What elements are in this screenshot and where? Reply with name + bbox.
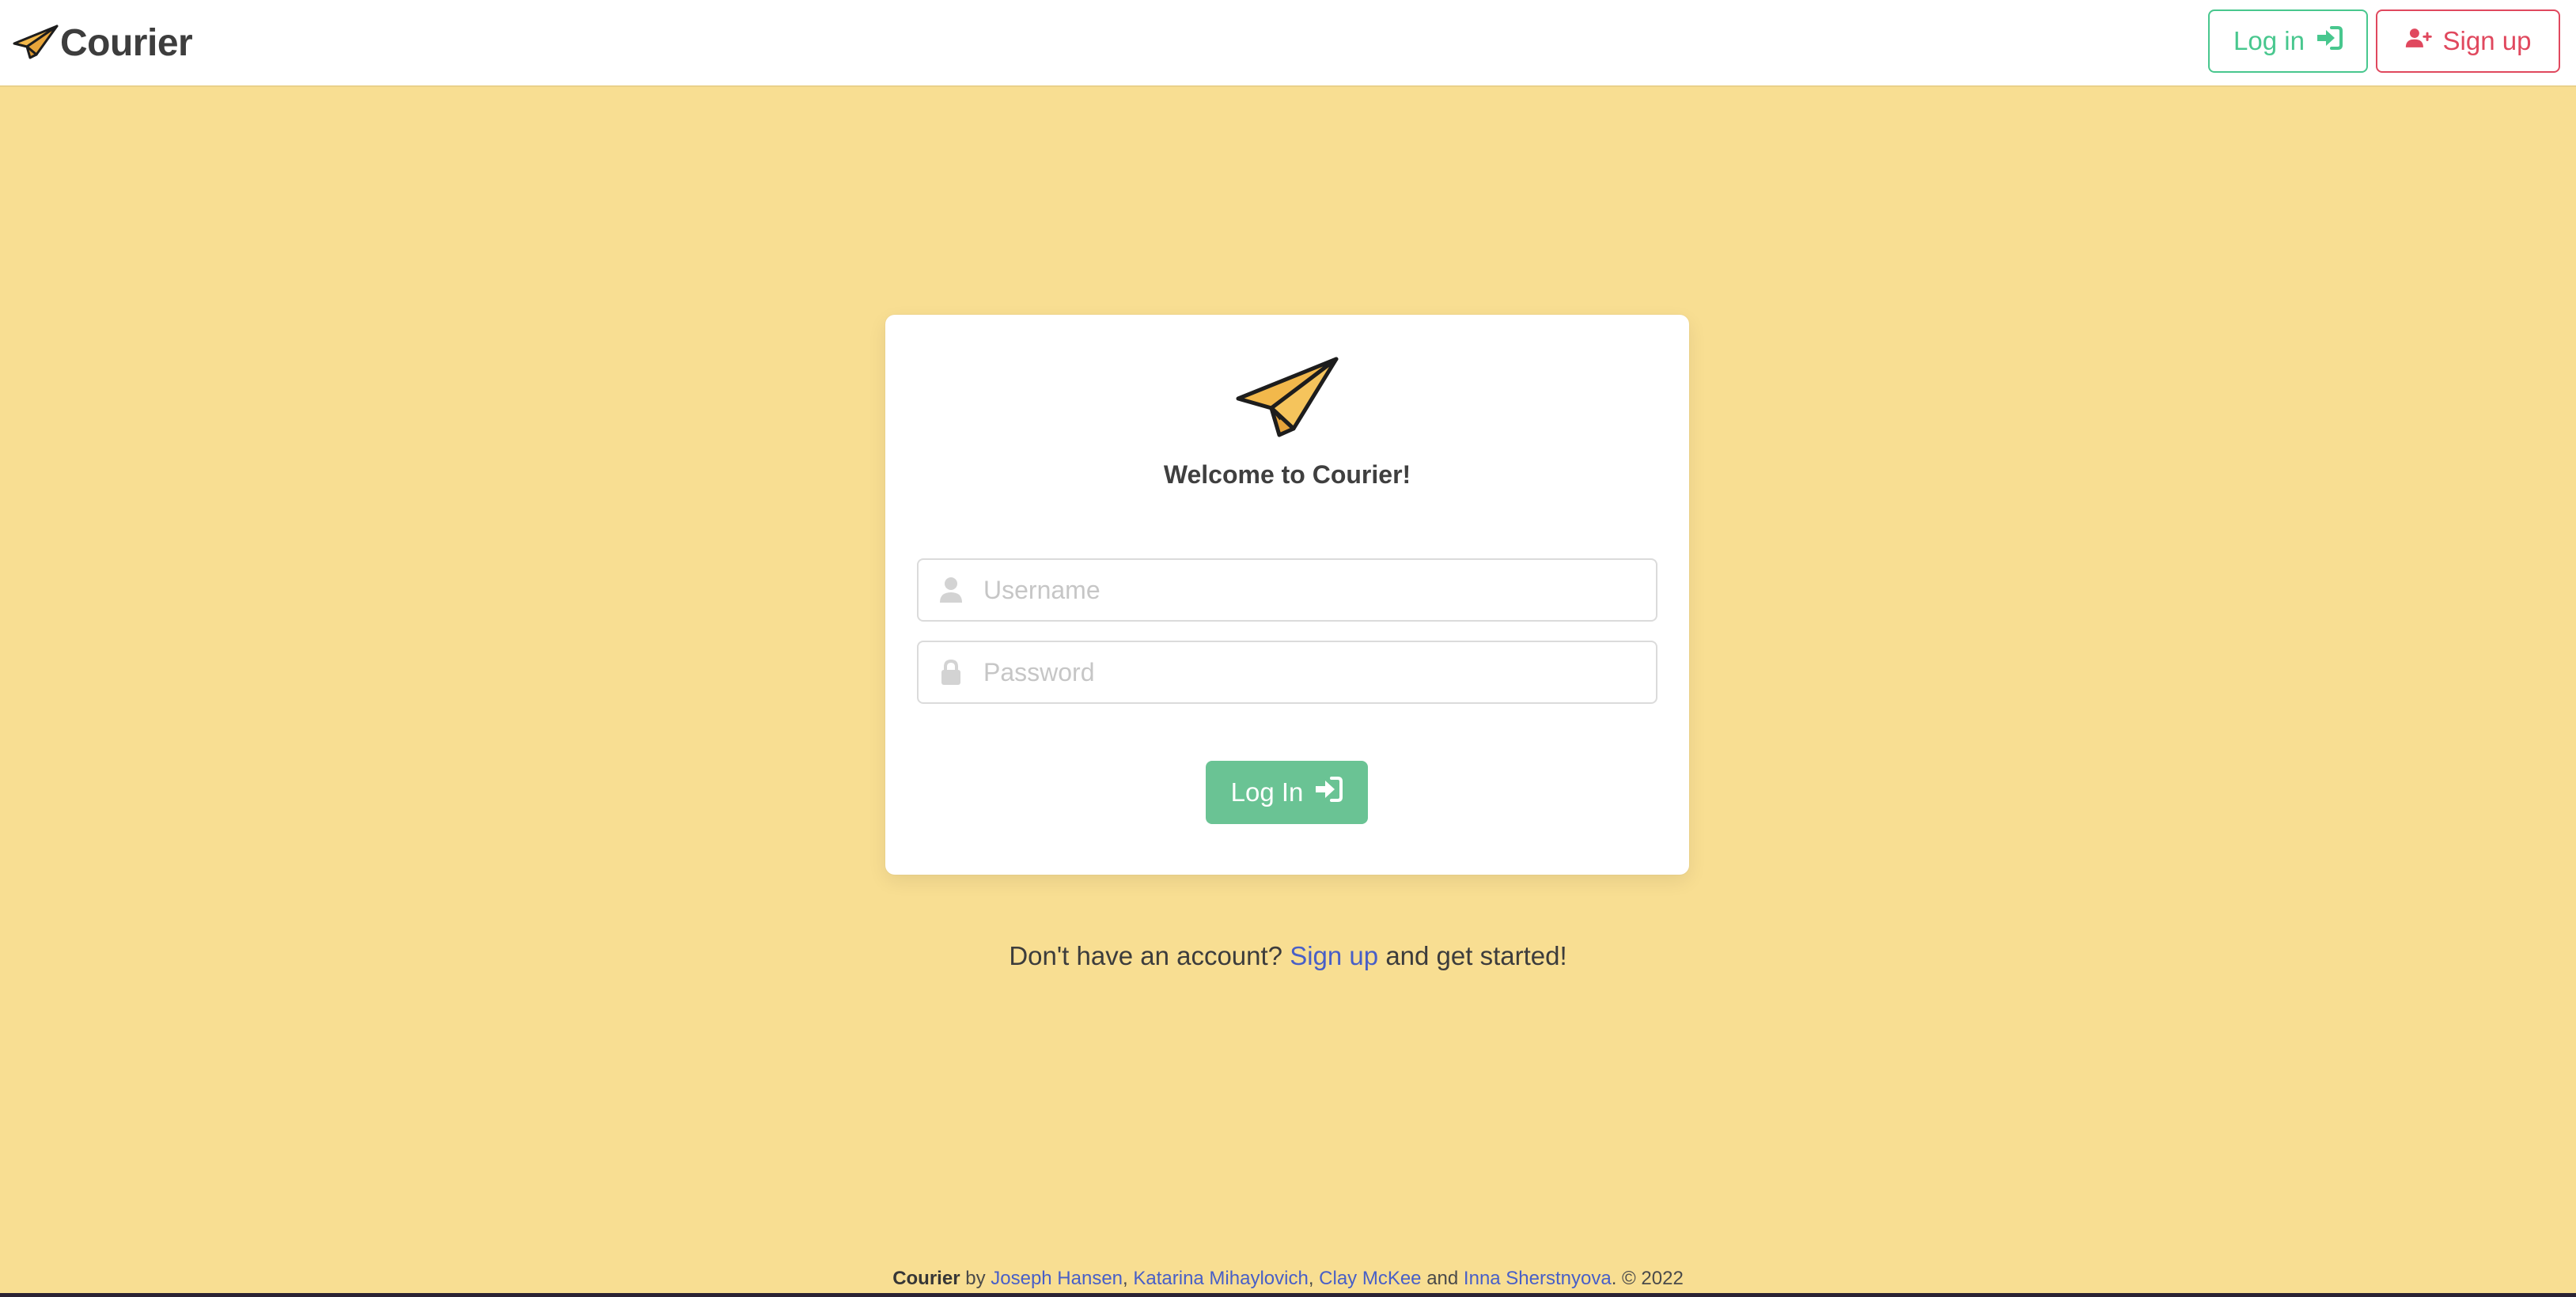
author-link[interactable]: Katarina Mihaylovich (1133, 1268, 1308, 1289)
user-plus-icon (2405, 26, 2432, 56)
login-submit-label: Log In (1230, 777, 1304, 807)
user-icon (919, 560, 983, 620)
login-submit-button[interactable]: Log In (1206, 761, 1368, 824)
footer-and: and (1426, 1268, 1459, 1289)
signup-prompt-text: Don't have an account? (1009, 941, 1283, 970)
footer-separator: , (1123, 1268, 1128, 1289)
brand-link[interactable]: Courier (13, 19, 193, 66)
sign-in-icon (2316, 26, 2343, 56)
login-card: Welcome to Courier! Log In (885, 315, 1689, 875)
author-link[interactable]: Clay McKee (1319, 1268, 1421, 1289)
username-field[interactable] (917, 558, 1657, 622)
top-navbar: Courier Log in Sign up (0, 0, 2576, 85)
username-input[interactable] (983, 560, 1648, 620)
nav-login-button[interactable]: Log in (2208, 9, 2368, 73)
bottom-edge-bar (0, 1293, 2576, 1297)
password-input[interactable] (983, 642, 1648, 702)
brand-name: Courier (60, 21, 193, 64)
footer-by: by (965, 1268, 986, 1289)
sign-in-icon (1314, 777, 1343, 808)
footer-copyright: . © 2022 (1611, 1268, 1684, 1289)
nav-signup-label: Sign up (2442, 26, 2532, 55)
signup-prompt-suffix: and get started! (1385, 941, 1567, 970)
welcome-heading: Welcome to Courier! (1163, 460, 1411, 489)
author-link[interactable]: Joseph Hansen (991, 1268, 1123, 1289)
password-field[interactable] (917, 641, 1657, 704)
nav-login-label: Log in (2233, 26, 2305, 55)
signup-prompt: Don't have an account? Sign up and get s… (0, 941, 2576, 971)
paper-plane-icon (13, 23, 59, 63)
signup-link[interactable]: Sign up (1290, 941, 1378, 970)
footer-app-name: Courier (892, 1268, 960, 1289)
nav-signup-button[interactable]: Sign up (2376, 9, 2560, 73)
page-footer: Courier by Joseph Hansen, Katarina Mihay… (0, 1268, 2576, 1290)
lock-icon (919, 642, 983, 702)
footer-separator: , (1308, 1268, 1314, 1289)
paper-plane-icon (1235, 356, 1339, 438)
author-link[interactable]: Inna Sherstnyova (1464, 1268, 1612, 1289)
